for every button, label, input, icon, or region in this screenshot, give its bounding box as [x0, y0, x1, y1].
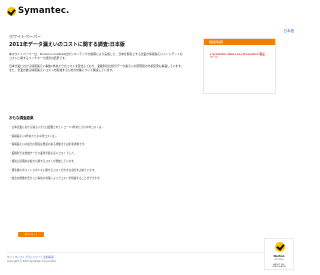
bullet-item: ・日本企業における漏えいまたは盗難されたレコード1件あたりの平均コストは... — [9, 126, 104, 129]
intro-paragraph-2: 日本企業における情報漏えい事故1件あたりのコストを算出しており、業種別の比較やデ… — [9, 64, 184, 72]
kicker-text: ホワイトペーパー — [9, 34, 41, 39]
download-button[interactable]: ダウンロード — [18, 232, 44, 237]
section-title: おもな調査結果 — [9, 116, 34, 120]
bullet-item: ・発生後のポストレスポンスに関するコストが大きな割合を占めています。 — [9, 168, 97, 172]
brand-name: Symantec. — [18, 6, 70, 16]
symantec-logo[interactable]: Symantec. — [7, 6, 69, 16]
page-header: Symantec. — [0, 0, 300, 20]
norton-badge-bottom: ABOUT SSL CERTIFICATES — [272, 264, 286, 268]
norton-badge-subtitle: SECURED — [274, 259, 284, 261]
footer-links[interactable]: サイトマップ | プライバシー | 法的事項 — [7, 255, 54, 259]
related-info-link[interactable]: ▸ Symantec Data Loss Prevention 製品ページ — [210, 53, 265, 59]
bullet-item: ・業種別では金融サービス業界が最も高いコストでした。 — [9, 151, 77, 155]
bullet-item: ・検知と段階的な拡大に関するコストが増加しています。 — [9, 160, 77, 163]
related-info-header: 【関連情報】 — [204, 39, 275, 45]
norton-check-icon — [275, 242, 285, 252]
bullet-item: ・情報漏えいの最大の原因は悪意のある攻撃または犯罪攻撃です。 — [9, 143, 87, 146]
related-info-box: 【関連情報】 ▸ Symantec Data Loss Prevention 製… — [203, 38, 276, 94]
bullet-list: ・日本企業における漏えいまたは盗難されたレコード1件あたりの平均コストは... … — [9, 126, 189, 186]
norton-badge-title: Norton — [273, 254, 285, 258]
main-content: ホワイトペーパー 2011年データ漏えいのコストに関する調査:日本版 本ホワイト… — [9, 34, 184, 72]
bullet-item: ・情報漏えい1件あたりの平均コストは... — [9, 134, 58, 138]
related-info-link-text[interactable]: Symantec Data Loss Prevention 製品ページ — [210, 53, 265, 59]
content-panel: ホワイトペーパー 2011年データ漏えいのコストに関する調査:日本版 本ホワイト… — [7, 34, 293, 244]
footer-divider — [7, 252, 293, 253]
check-icon — [7, 6, 16, 16]
footer-copyright: Copyright © 2012 Symantec Corporation — [7, 260, 57, 263]
page-title: 2011年データ漏えいのコストに関する調査:日本版 — [9, 42, 125, 48]
norton-secured-badge[interactable]: Norton SECURED ABOUT SSL CERTIFICATES — [264, 238, 294, 270]
intro-paragraph-1: 本ホワイトペーパーは、Ponemon Institute社がシマンテックの依頼に… — [9, 52, 183, 60]
bullet-item: ・過去の経験を活かした事前の対策によってコストを削減することができます。 — [9, 177, 102, 180]
